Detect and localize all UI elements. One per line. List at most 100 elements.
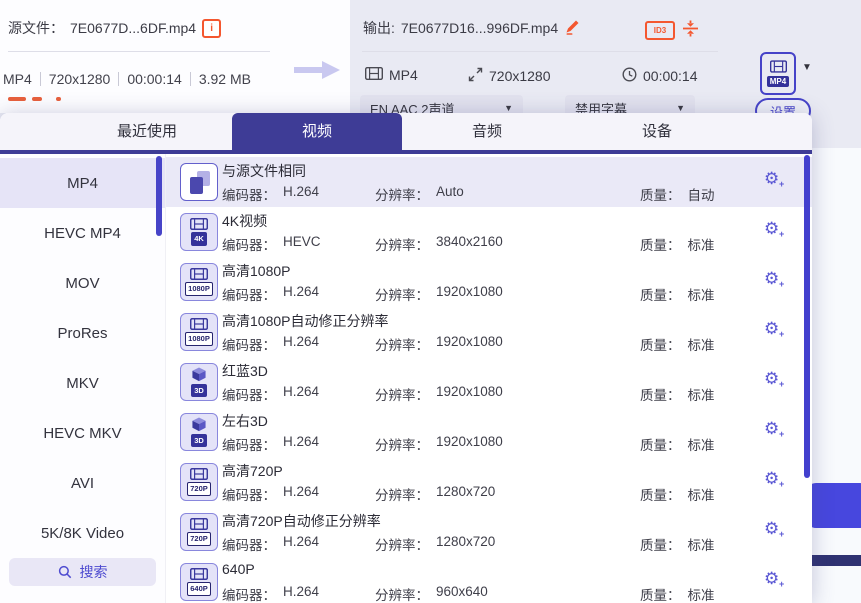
encoder-field: 编码器：H.264 (222, 434, 319, 454)
customize-gear-icon[interactable]: ⚙ (764, 420, 779, 437)
format-row-3d[interactable]: 3D红蓝3D编码器：H.264分辨率：1920x1080质量：标准⚙ (166, 357, 812, 407)
format-badge: 640P (187, 582, 212, 596)
clipped-text-fragment (56, 97, 61, 101)
source-to-output-arrow-icon (292, 58, 342, 87)
format-row-720p[interactable]: 720P 高清720P自动修正分辨率编码器：H.264 分辨率：1280x720 质量… (166, 507, 812, 557)
film-icon: 720P (180, 513, 218, 551)
sidebar-item-mkv[interactable]: MKV (0, 358, 165, 408)
same-as-source-icon (180, 163, 218, 201)
preset-title: 高清720P自动修正分辨率 (222, 511, 381, 531)
film-icon (365, 67, 383, 83)
preset-title: 与源文件相同 (222, 161, 306, 181)
source-divider (8, 51, 270, 52)
clipped-text-fragment (32, 97, 42, 101)
3d-cube-icon: 3D (180, 363, 218, 401)
popup-sidebar-items: MP4HEVC MP4MOVProResMKVHEVC MKVAVI5K/8K … (0, 158, 165, 558)
film-icon: 640P (180, 563, 218, 601)
resolution-field: 分辨率：960x640 (375, 584, 488, 603)
search-icon (58, 565, 72, 579)
format-row-720p[interactable]: 720P 高清720P 编码器：H.264 分辨率：1280x720 质量：标准 ⚙ (166, 457, 812, 507)
encoder-field: 编码器：H.264 (222, 484, 319, 504)
film-icon: 1080P (180, 313, 218, 351)
quality-field: 质量：标准 (640, 434, 715, 454)
format-row-3d[interactable]: 3D左右3D编码器：H.264分辨率：1920x1080质量：标准⚙ (166, 407, 812, 457)
resolution-field: 分辨率：1280x720 (375, 484, 495, 504)
source-file-label: 源文件： (8, 18, 64, 38)
encoder-field: 编码器：H.264 (222, 534, 319, 554)
equalizer-icon[interactable] (682, 20, 699, 42)
format-badge: 720P (187, 482, 212, 496)
quality-field: 质量：标准 (640, 484, 715, 504)
format-row-1080p[interactable]: 1080P高清1080P编码器：H.264分辨率：1920x1080质量：标准⚙ (166, 257, 812, 307)
source-panel (0, 0, 350, 113)
encoder-field: 编码器：H.264 (222, 334, 319, 354)
popup-tabbar: 最近使用视频音频设备 (0, 113, 812, 150)
output-format-button[interactable]: MP4 (760, 52, 796, 95)
customize-gear-icon[interactable]: ⚙ (764, 320, 779, 337)
customize-gear-icon[interactable]: ⚙ (764, 470, 779, 487)
encoder-field: 编码器：H.264 (222, 284, 319, 304)
convert-button-fragment[interactable] (806, 483, 861, 528)
output-file-label: 输出: (363, 18, 395, 38)
list-scrollbar[interactable] (804, 155, 810, 478)
format-badge: 3D (191, 384, 208, 398)
search-button[interactable]: 搜索 (9, 558, 156, 586)
customize-gear-icon[interactable]: ⚙ (764, 220, 779, 237)
resolution-field: 分辨率：1920x1080 (375, 384, 503, 404)
source-meta: MP4 720x1280 00:00:14 3.92 MB (3, 71, 251, 87)
format-row-4k[interactable]: 4K4K视频编码器：HEVC分辨率：3840x2160质量：标准⚙ (166, 207, 812, 257)
source-duration: 00:00:14 (127, 71, 182, 87)
quality-field: 质量：标准 (640, 534, 715, 554)
sidebar-item-mp4[interactable]: MP4 (0, 158, 165, 208)
tab-audio[interactable]: 音频 (402, 113, 572, 150)
customize-gear-icon[interactable]: ⚙ (764, 270, 779, 287)
preset-title: 高清720P (222, 461, 283, 481)
preset-title: 640P (222, 561, 255, 577)
film-icon: 1080P (180, 263, 218, 301)
output-divider (362, 51, 718, 52)
id3-tag-icon[interactable]: ID3 (645, 21, 675, 40)
source-filename: 7E0677D...6DF.mp4 (70, 20, 196, 36)
resolution-field: 分辨率：3840x2160 (375, 234, 503, 254)
clipped-text-fragment (8, 97, 26, 101)
sidebar-item-avi[interactable]: AVI (0, 458, 165, 508)
format-list: 与源文件相同编码器：H.264分辨率：Auto质量：自动⚙4K4K视频编码器：H… (166, 154, 812, 603)
resolution-field: 分辨率：1280x720 (375, 534, 495, 554)
sidebar-item-hevc-mkv[interactable]: HEVC MKV (0, 408, 165, 458)
format-row-640p[interactable]: 640P640P编码器：H.264分辨率：960x640质量：标准⚙ (166, 557, 812, 603)
quality-field: 质量：标准 (640, 334, 715, 354)
format-picker-popup: 最近使用视频音频设备 MP4HEVC MP4MOVProResMKVHEVC M… (0, 113, 812, 603)
customize-gear-icon[interactable]: ⚙ (764, 570, 779, 587)
sidebar-item-5k-8k-video[interactable]: 5K/8K Video (0, 508, 165, 558)
3d-cube-icon: 3D (180, 413, 218, 451)
rename-pencil-icon[interactable] (564, 18, 581, 38)
customize-gear-icon[interactable]: ⚙ (764, 370, 779, 387)
customize-gear-icon[interactable]: ⚙ (764, 520, 779, 537)
encoder-field: 编码器：H.264 (222, 584, 319, 603)
quality-field: 质量：标准 (640, 284, 715, 304)
source-size: 3.92 MB (199, 71, 251, 87)
tab-recently-used[interactable]: 最近使用 (62, 113, 232, 150)
output-duration: 00:00:14 (643, 68, 698, 84)
quality-field: 质量：标准 (640, 234, 715, 254)
info-icon[interactable]: i (202, 19, 221, 38)
tab-device[interactable]: 设备 (572, 113, 742, 150)
bottom-bar-fragment (806, 555, 861, 566)
format-badge: 720P (187, 532, 212, 546)
tab-video[interactable]: 视频 (232, 113, 402, 150)
sidebar-scrollbar[interactable] (156, 156, 162, 236)
sidebar-item-mov[interactable]: MOV (0, 258, 165, 308)
format-dropdown-caret-icon[interactable]: ▼ (802, 62, 812, 73)
quality-field: 质量：自动 (640, 184, 715, 204)
sidebar-item-prores[interactable]: ProRes (0, 308, 165, 358)
source-format: MP4 (3, 71, 32, 87)
encoder-field: 编码器：H.264 (222, 184, 319, 204)
search-label: 搜索 (80, 562, 108, 582)
resolution-field: 分辨率：Auto (375, 184, 464, 204)
format-badge: 1080P (185, 282, 214, 296)
format-row-1080p[interactable]: 1080P高清1080P自动修正分辨率编码器：H.264分辨率：1920x108… (166, 307, 812, 357)
chevron-down-icon: ▼ (504, 103, 513, 113)
sidebar-item-hevc-mp4[interactable]: HEVC MP4 (0, 208, 165, 258)
format-row-item[interactable]: 与源文件相同编码器：H.264 分辨率：Auto 质量：自动 ⚙ (166, 157, 812, 207)
customize-gear-icon[interactable]: ⚙ (764, 170, 779, 187)
